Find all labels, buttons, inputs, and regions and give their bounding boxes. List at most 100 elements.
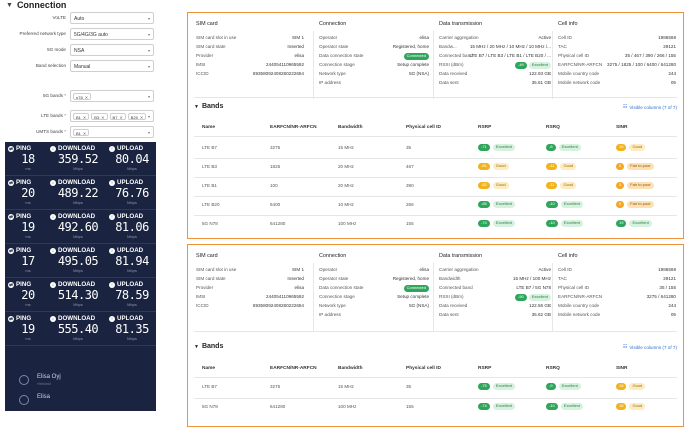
close-icon[interactable]: ✕: [101, 115, 104, 120]
band-earfcn: 6400: [270, 202, 281, 207]
divider: [433, 31, 434, 99]
band-pci: 35: [406, 145, 412, 150]
sinr-value: 19: [616, 220, 627, 227]
divider: [194, 377, 677, 378]
column-header[interactable]: SINR: [616, 366, 627, 371]
band-setting-row: LTE bands * B1 ✕ B3 ✕ B7 ✕ B20 ✕ ▾: [0, 110, 178, 123]
column-header[interactable]: SINR: [616, 125, 627, 130]
band-multiselect[interactable]: n78 ✕ ▾: [70, 90, 154, 102]
required-mark: *: [62, 93, 66, 98]
column-header[interactable]: RSRQ: [546, 366, 560, 371]
connection-header[interactable]: ▼ Connection: [6, 0, 66, 10]
download-icon: ↓: [50, 213, 56, 220]
info-value: elisa: [294, 53, 304, 58]
info-value: 244054110965592: [266, 62, 304, 67]
info-key: Operator: [319, 267, 338, 272]
column-header[interactable]: Name: [202, 125, 215, 130]
chevron-down-icon: ▾: [147, 32, 150, 37]
band-multiselect[interactable]: B1 ✕ B3 ✕ B7 ✕ B20 ✕ ▾: [70, 110, 154, 122]
info-row: RSSI (dBm) -49 Excellent: [439, 62, 551, 70]
column-header[interactable]: RSRP: [478, 366, 491, 371]
close-icon[interactable]: ✕: [83, 131, 86, 136]
sinr-quality-badge: Good: [629, 144, 646, 151]
cell-info-section: Cell info Cell ID 1986568 TAC 29121 Physical …: [558, 245, 676, 331]
isp-location: Helsinki: [37, 381, 52, 386]
column-header[interactable]: Physical cell ID: [406, 125, 441, 130]
column-header[interactable]: RSRP: [478, 125, 491, 130]
band-bandwidth: 100 MHz: [338, 404, 357, 409]
chevron-down-icon: ▼: [6, 1, 13, 9]
setting-select[interactable]: 5G/4G/3G auto ▾: [70, 28, 154, 40]
ping-icon: ⇄: [8, 281, 14, 288]
band-chip[interactable]: B20 ✕: [127, 113, 147, 120]
upload-unit: Mbps: [127, 268, 137, 273]
ping-value: 19: [21, 220, 35, 234]
band-pci: 467: [406, 164, 414, 169]
band-chip[interactable]: n78 ✕: [73, 93, 92, 100]
column-header[interactable]: Physical cell ID: [406, 366, 441, 371]
visible-columns-button[interactable]: ☷ Visible columns (7 of 7): [623, 344, 677, 350]
server-icon: [19, 375, 29, 385]
rssi-value: -49: [514, 62, 527, 69]
rsrp-quality-badge: Excellent: [492, 383, 516, 390]
band-earfcn: 641280: [270, 404, 286, 409]
bands-header[interactable]: ▼ Bands: [194, 343, 223, 350]
setting-select[interactable]: NSA ▾: [70, 44, 154, 56]
info-value: elisa: [294, 285, 304, 290]
info-key: Cell ID: [558, 267, 572, 272]
upload-label: UPLOAD: [117, 213, 144, 220]
bands-header[interactable]: ▼ Bands: [194, 103, 223, 110]
setting-select[interactable]: Auto ▾: [70, 12, 154, 24]
close-icon[interactable]: ✕: [85, 95, 88, 100]
info-key: SIM card slot in use: [196, 35, 237, 40]
setting-select[interactable]: Manual ▾: [70, 60, 154, 72]
download-column: ↓ DOWNLOAD 359.52 Mbps: [50, 145, 106, 171]
column-header[interactable]: EARFCN/NR-ARFCN: [270, 125, 317, 130]
info-value: Inserted: [287, 276, 304, 281]
close-icon[interactable]: ✕: [119, 115, 122, 120]
rsrq-quality-badge: Excellent: [560, 403, 584, 410]
ping-icon: ⇄: [8, 179, 14, 186]
column-header[interactable]: Name: [202, 366, 215, 371]
ping-icon: ⇄: [8, 145, 14, 152]
download-label: DOWNLOAD: [58, 213, 96, 220]
isp-row[interactable]: Elisa Oyj Helsinki: [5, 371, 156, 389]
close-icon[interactable]: ✕: [140, 115, 143, 120]
visible-columns-button[interactable]: ☷ Visible columns (7 of 7): [623, 104, 677, 110]
column-header[interactable]: RSRQ: [546, 125, 560, 130]
band-chip[interactable]: B7 ✕: [109, 113, 126, 120]
band-chip[interactable]: B1 ✕: [73, 129, 90, 136]
ping-label: PING: [16, 281, 32, 288]
column-header[interactable]: Bandwidth: [338, 125, 363, 130]
sinr-cell: 18 Good: [616, 403, 646, 410]
ping-label: PING: [16, 247, 32, 254]
close-icon[interactable]: ✕: [83, 115, 86, 120]
column-header[interactable]: Bandwidth: [338, 366, 363, 371]
info-value: 35.62 GB: [531, 312, 551, 317]
band-chip[interactable]: B1 ✕: [73, 113, 90, 120]
info-value: Registered, home: [392, 276, 429, 281]
band-name: LTE B7: [202, 384, 217, 389]
chevron-down-icon: ▾: [147, 130, 150, 135]
info-key: Data connection state: [319, 285, 364, 290]
upload-column: ↑ UPLOAD 78.59 Mbps: [109, 281, 155, 307]
info-row: Carrier aggregation Active: [439, 35, 551, 43]
rsrp-quality-badge: Excellent: [492, 201, 516, 208]
status-badge: Connected: [403, 285, 429, 292]
isp-row[interactable]: Elisa: [5, 391, 156, 409]
band-multiselect[interactable]: B1 ✕ ▾: [70, 126, 154, 138]
download-unit: Mbps: [73, 302, 83, 307]
info-key: Physical cell ID: [558, 53, 590, 58]
row-divider: [194, 196, 677, 197]
band-bandwidth: 20 MHz: [338, 183, 354, 188]
upload-icon: ↑: [109, 247, 115, 254]
info-value: 35 / 155: [659, 285, 676, 290]
column-header[interactable]: EARFCN/NR-ARFCN: [270, 366, 317, 371]
upload-column: ↑ UPLOAD 81.35 Mbps: [109, 315, 155, 341]
setting-label: Preferred network type: [19, 31, 66, 36]
rsrq-cell: -11 Good: [546, 163, 577, 170]
ping-label: PING: [16, 213, 32, 220]
setting-label: VoLTE: [52, 15, 66, 20]
band-chip[interactable]: B3 ✕: [91, 113, 108, 120]
download-unit: Mbps: [73, 166, 83, 171]
